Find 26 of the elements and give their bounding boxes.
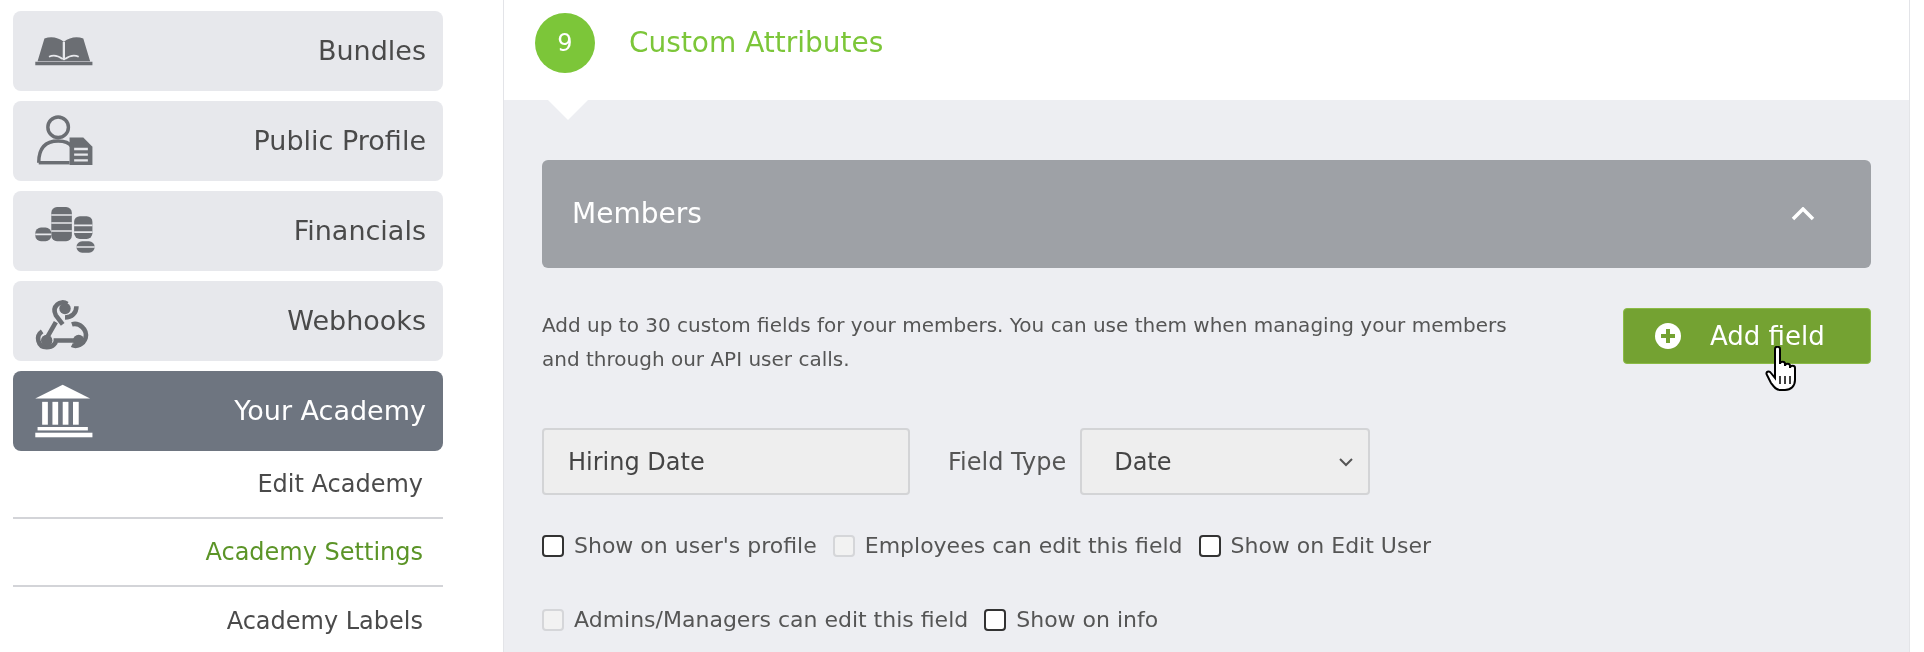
checkbox-label: Show on Edit User	[1230, 532, 1431, 560]
plus-circle-icon	[1654, 322, 1682, 350]
sidebar-item[interactable]: Your Academy	[13, 371, 443, 451]
panel-title: Members	[572, 196, 702, 232]
sidebar-item[interactable]: Financials	[13, 191, 443, 271]
dropdown-caret-icon	[1338, 456, 1355, 467]
submenu-link[interactable]: Edit Academy	[13, 451, 443, 519]
checkbox-label: Admins/Managers can edit this field	[574, 606, 969, 634]
field-type-select[interactable]: Date	[1080, 428, 1371, 495]
field-type-label: Field Type	[948, 446, 1067, 478]
checkbox-label: Show on info	[1016, 606, 1159, 634]
checkbox-label: Employees can edit this field	[864, 532, 1183, 560]
section-title: Custom Attributes	[629, 25, 884, 61]
checkbox[interactable]	[1198, 535, 1221, 557]
submenu-link[interactable]: Academy Labels	[13, 587, 443, 652]
description-text: Add up to 30 custom fields for your members. You can use them when managing your members and through our API user calls.	[542, 312, 1508, 373]
sidebar-item[interactable]: Public Profile	[13, 101, 443, 181]
submenu-link[interactable]: Academy Settings	[13, 519, 443, 587]
checkbox[interactable]	[984, 609, 1007, 631]
sidebar-item[interactable]: Bundles	[13, 11, 443, 91]
checkbox-label: Show on user's profile	[574, 532, 817, 560]
field-name-input[interactable]: Hiring Date	[542, 428, 910, 495]
sidebar-item[interactable]: Webhooks	[13, 281, 443, 361]
checkbox[interactable]	[542, 535, 564, 557]
step-number: 9	[535, 13, 595, 73]
chevron-up-icon[interactable]	[1791, 207, 1815, 221]
